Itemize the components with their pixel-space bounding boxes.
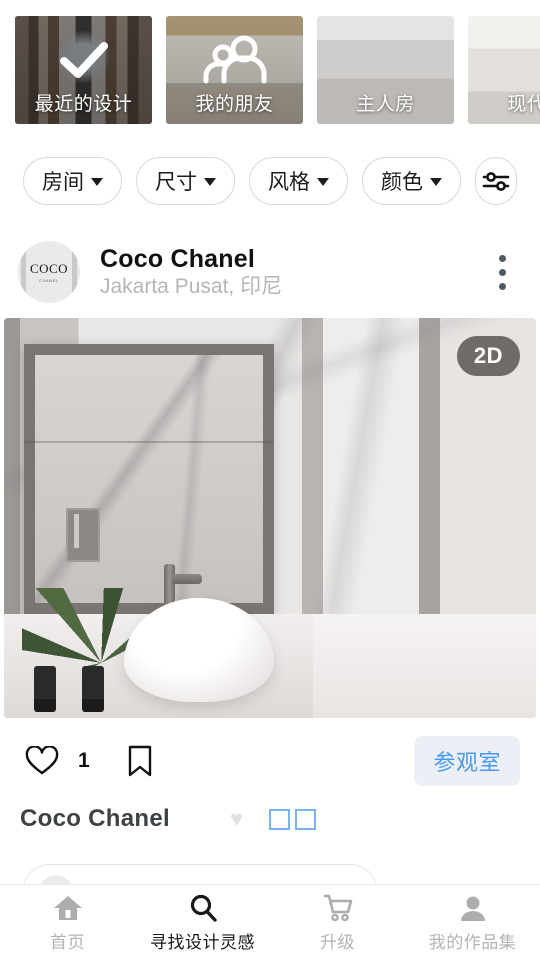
sliders-icon	[482, 172, 510, 191]
filter-bar: 房间 尺寸 风格 颜色	[0, 142, 540, 220]
kebab-dot	[498, 268, 506, 276]
nav-label: 寻找设计灵感	[150, 932, 255, 952]
category-tile-label: 最近的设计	[34, 94, 133, 115]
search-icon	[190, 894, 217, 922]
render-plant	[22, 588, 132, 666]
post-action-bar: 1 参观室	[0, 726, 540, 796]
post-author-row[interactable]: COCO CHANEL Coco Chanel Jakarta Pusat, 印…	[0, 228, 540, 316]
like-button[interactable]	[20, 739, 64, 783]
filter-chip-label: 房间	[42, 171, 84, 194]
nav-label: 升级	[320, 932, 355, 952]
tofu-box-icon	[295, 808, 317, 830]
visit-room-button[interactable]: 参观室	[414, 736, 520, 786]
people-icon	[203, 35, 266, 84]
avatar[interactable]: COCO CHANEL	[18, 241, 80, 303]
cart-icon	[323, 894, 352, 921]
nav-label: 我的作品集	[428, 932, 517, 952]
view-mode-badge[interactable]: 2D	[456, 336, 520, 376]
chevron-down-icon	[430, 178, 442, 186]
author-name: Coco Chanel	[100, 244, 255, 273]
filter-chip-style[interactable]: 风格	[249, 157, 348, 205]
caption-author-name[interactable]: Coco Chanel	[20, 805, 170, 833]
category-tile-my-friends[interactable]: 我的朋友	[166, 16, 303, 124]
like-count: 1	[78, 749, 90, 772]
nav-item-home[interactable]: 首页	[0, 885, 135, 960]
nav-item-upgrade[interactable]: 升级	[270, 885, 405, 960]
nav-item-my-portfolio[interactable]: 我的作品集	[405, 885, 540, 960]
bottom-navigation: 首页 寻找设计灵感 升级 我的作品集	[0, 884, 540, 960]
category-tile-modern-kitchen[interactable]: 现代厨	[468, 16, 540, 124]
home-icon	[53, 895, 82, 920]
render-mirror	[24, 344, 274, 614]
category-tile-label: 现代厨	[507, 94, 540, 115]
filter-chip-color[interactable]: 颜色	[362, 157, 461, 205]
chevron-down-icon	[317, 178, 329, 186]
category-tile-recent-designs[interactable]: 最近的设计	[15, 16, 152, 124]
nav-item-search-inspiration[interactable]: 寻找设计灵感	[135, 885, 270, 960]
filter-chip-room[interactable]: 房间	[23, 157, 122, 205]
avatar-brand-sub: CHANEL	[39, 277, 59, 283]
post-caption-row: Coco Chanel ♥	[0, 798, 540, 840]
filter-chip-label: 颜色	[381, 171, 423, 194]
design-render-image[interactable]: 2D	[4, 318, 536, 718]
chevron-down-icon	[204, 178, 216, 186]
nav-label: 首页	[50, 932, 85, 952]
author-location: Jakarta Pusat, 印尼	[100, 274, 283, 298]
filter-chip-size[interactable]: 尺寸	[136, 157, 235, 205]
category-strip[interactable]: 最近的设计 我的朋友 主人房 现代厨	[0, 0, 540, 140]
heart-outline-icon	[25, 746, 59, 775]
bookmark-outline-icon	[128, 745, 151, 777]
author-text-block: Coco Chanel Jakarta Pusat, 印尼	[100, 245, 482, 299]
kebab-menu-icon[interactable]	[482, 245, 522, 299]
category-tile-master-bedroom[interactable]: 主人房	[317, 16, 454, 124]
filter-chip-label: 尺寸	[155, 171, 197, 194]
category-tile-label: 主人房	[356, 94, 415, 115]
filter-tune-button[interactable]	[475, 157, 517, 205]
kebab-dot	[498, 282, 506, 290]
avatar-brand-mark: COCO	[29, 260, 69, 276]
white-heart-emoji-icon: ♥	[229, 806, 244, 831]
check-icon	[59, 42, 108, 79]
chevron-down-icon	[91, 178, 103, 186]
render-bottle	[26, 666, 64, 712]
save-button[interactable]	[118, 739, 162, 783]
render-wall-niche	[66, 508, 100, 562]
tofu-box-icon	[269, 808, 291, 830]
person-icon	[460, 896, 485, 921]
render-bottle	[74, 666, 112, 712]
unsupported-emoji-group	[269, 808, 317, 830]
filter-chip-label: 风格	[268, 171, 310, 194]
app-root: 最近的设计 我的朋友 主人房 现代厨 房间 尺寸	[0, 0, 540, 960]
category-tile-label: 我的朋友	[195, 94, 274, 115]
kebab-dot	[498, 254, 506, 262]
